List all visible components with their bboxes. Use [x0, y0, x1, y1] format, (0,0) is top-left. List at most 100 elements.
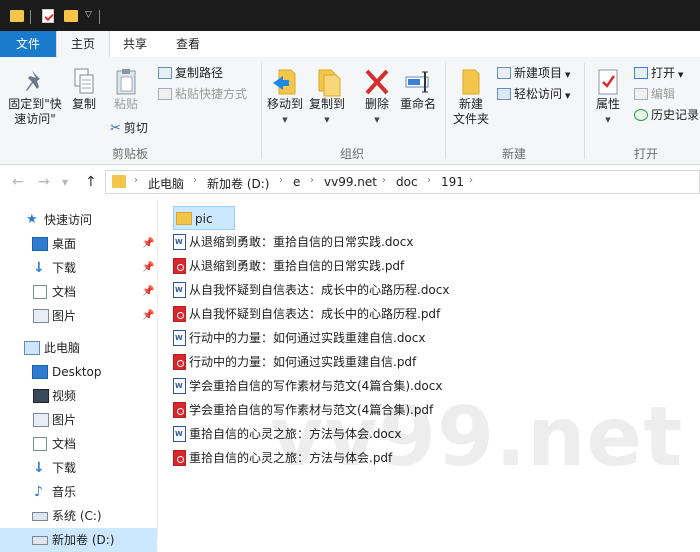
drive-icon — [32, 512, 48, 521]
nav-documents[interactable]: 文档 📌 — [0, 280, 157, 304]
folder-icon — [176, 212, 192, 225]
desktop-icon — [32, 365, 48, 379]
nav-desktop[interactable]: 桌面 📌 — [0, 232, 157, 256]
history-button[interactable]: 历史记录 — [634, 106, 699, 124]
easy-access-button[interactable]: 轻松访问 ▼ — [497, 85, 570, 103]
breadcrumb-191[interactable]: 191 — [441, 175, 464, 189]
nav-pictures[interactable]: 图片 📌 — [0, 304, 157, 328]
copy-label: 复制 — [71, 97, 96, 111]
video-icon — [33, 389, 49, 403]
tab-home[interactable]: 主页 — [56, 31, 110, 58]
nav-label: 图片 — [52, 413, 77, 427]
rename-icon — [403, 67, 433, 97]
forward-arrow-icon[interactable]: → — [38, 174, 50, 190]
open-button[interactable]: 打开 ▼ — [634, 64, 683, 82]
tab-view[interactable]: 查看 — [162, 31, 214, 57]
nav-pc-downloads[interactable]: ↓ 下载 — [0, 456, 157, 480]
nav-pc-videos[interactable]: 视频 — [0, 384, 157, 408]
nav-quick-access[interactable]: ★ 快速访问 — [0, 208, 157, 232]
new-folder-button[interactable]: 新建 文件夹 — [450, 67, 492, 127]
watermark: vv99.net — [270, 390, 684, 485]
word-doc-icon — [173, 426, 186, 442]
pin-icon[interactable]: 📌 — [142, 280, 154, 304]
breadcrumb-e[interactable]: e — [293, 175, 300, 189]
new-group-label: 新建 — [502, 147, 527, 161]
nav-pc-pictures[interactable]: 图片 — [0, 408, 157, 432]
clipboard-group-label: 剪贴板 — [112, 147, 149, 161]
copy-button[interactable]: 复制 — [68, 67, 100, 112]
nav-label: 此电脑 — [44, 341, 81, 355]
back-arrow-icon[interactable]: ← — [12, 174, 24, 190]
new-folder-icon[interactable] — [64, 10, 78, 22]
folder-icon — [10, 10, 24, 22]
list-item[interactable]: 从退缩到勇敢：重拾自信的日常实践.docx — [173, 230, 413, 254]
word-doc-icon — [173, 282, 186, 298]
list-item[interactable]: 行动中的力量：如何通过实践重建自信.pdf — [173, 350, 416, 374]
paste-button[interactable]: 粘贴 — [108, 67, 144, 112]
scissors-icon: ✂ — [110, 121, 121, 136]
move-to-button[interactable]: 移动到 ▼ — [266, 67, 304, 128]
nav-label: 下载 — [52, 261, 77, 275]
nav-pc-documents[interactable]: 文档 — [0, 432, 157, 456]
nav-drive-d[interactable]: 新加卷 (D:) — [0, 528, 157, 552]
nav-pc-desktop[interactable]: Desktop — [0, 360, 157, 384]
address-row: ← → ▼ ↑ › 此电脑 › 新加卷 (D:) › e › vv99.net … — [0, 165, 700, 199]
drive-icon — [32, 536, 48, 545]
nav-pc-music[interactable]: ♪ 音乐 — [0, 480, 157, 504]
edit-button[interactable]: 编辑 — [634, 85, 675, 103]
copy-path-button[interactable]: 复制路径 — [158, 64, 223, 82]
nav-drive-c[interactable]: 系统 (C:) — [0, 504, 157, 528]
cut-label: 剪切 — [123, 121, 148, 135]
chevron-down-icon: ▼ — [282, 116, 288, 124]
rename-button[interactable]: 重命名 — [398, 67, 438, 112]
open-group-label: 打开 — [634, 147, 659, 161]
pin-icon[interactable]: 📌 — [142, 232, 154, 256]
up-arrow-icon[interactable]: ↑ — [85, 174, 97, 190]
nav-this-pc[interactable]: 此电脑 — [0, 336, 157, 360]
paste-shortcut-label: 粘贴快捷方式 — [175, 87, 248, 101]
new-folder-label: 新建 文件夹 — [452, 97, 489, 126]
paste-shortcut-button[interactable]: 粘贴快捷方式 — [158, 85, 247, 103]
tab-share[interactable]: 共享 — [110, 31, 160, 57]
breadcrumb-this-pc[interactable]: 此电脑 — [148, 175, 184, 192]
list-item[interactable]: 行动中的力量：如何通过实践重建自信.docx — [173, 326, 425, 350]
list-item[interactable]: 从自我怀疑到自信表达：成长中的心路历程.docx — [173, 278, 449, 302]
group-separator — [584, 63, 585, 159]
new-item-label: 新建项目 — [514, 66, 563, 80]
properties-button[interactable]: 属性 ▼ — [590, 67, 626, 128]
file-name: 行动中的力量：如何通过实践重建自信.docx — [189, 331, 426, 345]
picture-icon — [33, 309, 49, 323]
copy-to-button[interactable]: 复制到 ▼ — [308, 67, 346, 128]
breadcrumb-drive-d[interactable]: 新加卷 (D:) — [207, 175, 269, 192]
desktop-icon — [32, 237, 48, 251]
list-item[interactable]: 从自我怀疑到自信表达：成长中的心路历程.pdf — [173, 302, 440, 326]
new-item-button[interactable]: 新建项目 ▼ — [497, 64, 570, 82]
pdf-icon — [173, 450, 186, 466]
breadcrumb-vv99[interactable]: vv99.net — [324, 175, 377, 189]
folder-icon — [112, 175, 126, 188]
chevron-down-icon[interactable]: ▼ — [62, 178, 68, 187]
cut-button[interactable]: ✂ 剪切 — [110, 119, 148, 137]
list-item-folder[interactable]: pic — [173, 206, 235, 230]
nav-label: 系统 (C:) — [52, 509, 102, 523]
pin-quick-access-button[interactable]: 固定到"快速访问" — [4, 69, 66, 127]
copy-path-icon — [158, 67, 172, 79]
move-to-label: 移动到 — [266, 97, 303, 111]
nav-downloads[interactable]: ↓ 下载 📌 — [0, 256, 157, 280]
pin-icon[interactable]: 📌 — [142, 304, 154, 328]
word-doc-icon — [173, 234, 186, 250]
delete-button[interactable]: 删除 ▼ — [360, 67, 394, 128]
edit-label: 编辑 — [651, 87, 676, 101]
group-separator — [261, 63, 262, 159]
chevron-down-icon: ▼ — [374, 116, 380, 124]
copy-to-label: 复制到 — [308, 97, 345, 111]
chevron-down-icon[interactable]: ▽ — [85, 10, 92, 26]
tab-file[interactable]: 文件 — [0, 31, 56, 57]
pin-icon[interactable]: 📌 — [142, 256, 154, 280]
breadcrumb-doc[interactable]: doc — [396, 175, 418, 189]
list-item[interactable]: 从退缩到勇敢：重拾自信的日常实践.pdf — [173, 254, 404, 278]
address-bar[interactable]: › 此电脑 › 新加卷 (D:) › e › vv99.net › doc › … — [105, 170, 700, 194]
nav-label: 下载 — [52, 461, 77, 475]
properties-check-icon[interactable] — [42, 9, 54, 23]
move-to-icon — [271, 67, 299, 97]
